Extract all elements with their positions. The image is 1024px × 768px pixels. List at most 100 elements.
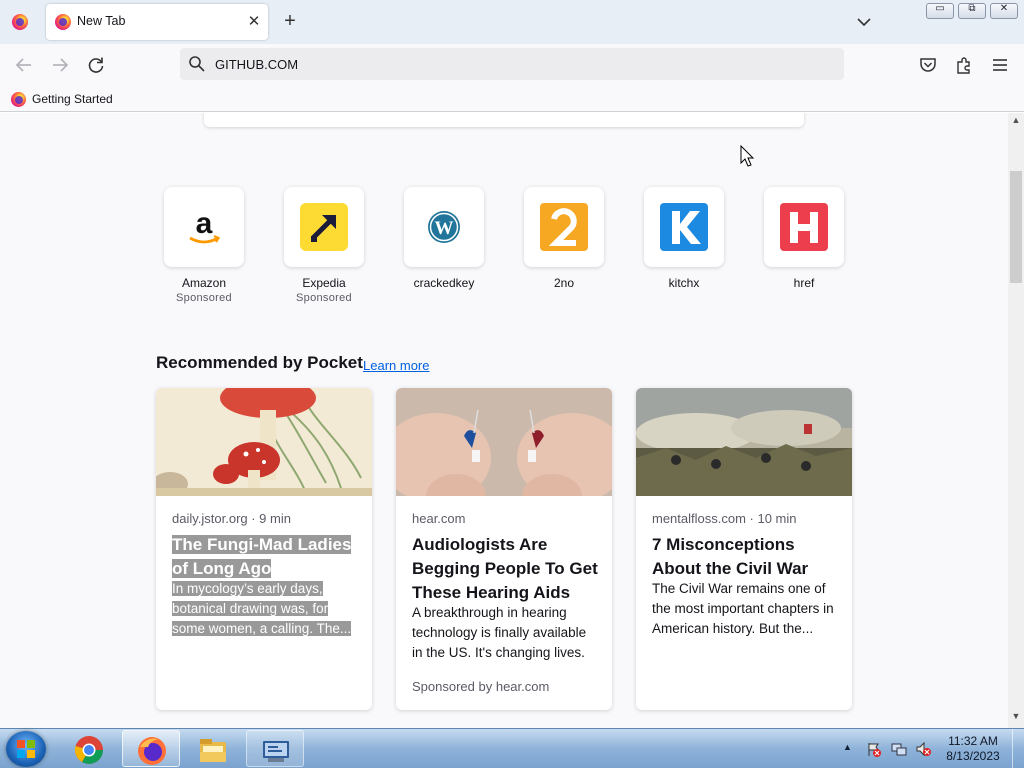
site-name: crackedkey (413, 276, 475, 290)
reload-icon (88, 57, 104, 73)
amazon-tile: a (164, 187, 244, 267)
clock-time: 11:32 AM (948, 734, 998, 748)
story-title: 7 Misconceptions About the Civil War (652, 535, 809, 578)
tab-close-button[interactable]: ✕ (245, 12, 263, 30)
window-minimize-button[interactable]: ▭ (926, 3, 954, 19)
window-restore-button[interactable]: ⧉ (958, 3, 986, 19)
clock-date: 8/13/2023 (946, 749, 1000, 763)
story-source: mentalfloss.com · 10 min (652, 511, 797, 526)
2no-tile (524, 187, 604, 267)
back-button[interactable] (13, 54, 35, 76)
forward-button[interactable] (49, 54, 71, 76)
tab-strip: New Tab ✕ + ▭ ⧉ ✕ (0, 0, 1024, 44)
site-name: href (793, 276, 815, 290)
url-bar[interactable]: GITHUB.COM (180, 48, 844, 80)
top-site-crackedkey[interactable]: W crackedkey (396, 187, 492, 290)
show-desktop-button[interactable] (1012, 729, 1024, 768)
top-site-kitchx[interactable]: kitchx (636, 187, 732, 290)
navigation-toolbar: GITHUB.COM (0, 44, 1024, 86)
story-image-mushrooms (156, 388, 372, 496)
firefox-app-icon[interactable] (12, 14, 28, 30)
action-center-flag-icon[interactable] (866, 741, 882, 757)
learn-more-link[interactable]: Learn more (363, 358, 429, 373)
pocket-story-card[interactable]: hear.com Audiologists Are Begging People… (396, 388, 612, 710)
scrollbar-thumb[interactable] (1010, 171, 1022, 283)
reload-button[interactable] (85, 54, 107, 76)
href-tile (764, 187, 844, 267)
site-name: Amazon (181, 276, 227, 290)
story-source: hear.com (412, 511, 466, 526)
page-scrollbar[interactable]: ▲ ▼ (1008, 113, 1024, 728)
taskbar-firefox[interactable] (122, 730, 180, 767)
top-site-2no[interactable]: 2no (516, 187, 612, 290)
scroll-up-arrow-icon[interactable]: ▲ (1008, 115, 1024, 129)
pocket-story-card[interactable]: mentalfloss.com · 10 min 7 Misconception… (636, 388, 852, 710)
top-site-href[interactable]: href (756, 187, 852, 290)
network-icon[interactable] (891, 741, 907, 757)
taskbar-file-explorer[interactable] (184, 730, 242, 767)
story-excerpt-line: In mycology’s early days, (172, 581, 323, 596)
forward-arrow-icon (53, 58, 69, 72)
top-site-amazon[interactable]: a Amazon Sponsored (156, 187, 252, 304)
amazon-icon: a (189, 207, 221, 244)
windows-logo-icon (17, 740, 35, 758)
story-source: daily.jstor.org · 9 min (172, 511, 291, 526)
site-name: 2no (553, 276, 575, 290)
crackedkey-tile: W (404, 187, 484, 267)
pocket-story-card[interactable]: daily.jstor.org · 9 min The Fungi-Mad La… (156, 388, 372, 710)
minimize-icon: ▭ (935, 3, 945, 14)
story-excerpt-line: botanical drawing was, for (172, 601, 329, 616)
remote-desktop-icon (263, 741, 289, 762)
site-name: kitchx (668, 276, 700, 290)
firefox-icon (138, 737, 166, 765)
new-tab-page: a Amazon Sponsored Expedia Sponsored W c… (0, 113, 1008, 728)
mouse-cursor-icon (740, 145, 755, 167)
extensions-button[interactable] (953, 54, 975, 76)
expedia-icon (300, 203, 348, 251)
save-to-pocket-button[interactable] (917, 54, 939, 76)
file-explorer-icon (200, 739, 226, 762)
svg-text:a: a (196, 207, 213, 240)
story-excerpt-line: some women, a calling. The... (172, 621, 352, 636)
chevron-down-icon (857, 18, 871, 27)
pocket-icon (920, 58, 936, 72)
volume-muted-icon[interactable] (915, 741, 931, 757)
story-title: Audiologists Are Begging People To Get T… (412, 535, 598, 602)
application-menu-button[interactable] (989, 54, 1011, 76)
story-title-line: The Fungi-Mad Ladies (172, 535, 352, 554)
svg-text:W: W (435, 218, 454, 239)
taskbar-chrome[interactable] (60, 730, 118, 767)
firefox-bookmark-icon (11, 92, 26, 107)
search-icon (186, 53, 208, 75)
pocket-heading: Recommended by Pocket (156, 353, 363, 372)
sponsored-label: Sponsored (176, 292, 232, 304)
tab-new-tab[interactable]: New Tab ✕ (46, 4, 268, 40)
extensions-icon (957, 57, 970, 74)
show-hidden-icons-button[interactable]: ▲ (843, 742, 852, 752)
start-button[interactable] (6, 731, 46, 767)
taskbar-remote-desktop[interactable] (246, 730, 304, 767)
2no-icon (540, 203, 588, 251)
window-close-button[interactable]: ✕ (990, 3, 1018, 19)
bookmark-getting-started[interactable]: Getting Started (32, 92, 113, 106)
tab-title: New Tab (77, 14, 126, 28)
kitchx-icon (660, 203, 708, 251)
list-all-tabs-button[interactable] (852, 12, 876, 32)
scroll-down-arrow-icon[interactable]: ▼ (1008, 711, 1024, 725)
new-tab-button[interactable]: + (280, 10, 300, 32)
story-sponsor: Sponsored by hear.com (412, 679, 550, 694)
wordpress-icon: W (428, 211, 460, 243)
system-clock[interactable]: 11:32 AM 8/13/2023 (936, 734, 1010, 764)
story-excerpt: The Civil War remains one of the most im… (652, 581, 834, 636)
back-arrow-icon (15, 58, 31, 72)
firefox-tab-icon (55, 14, 71, 30)
story-title: The Fungi-Mad Ladies of Long Ago (172, 533, 360, 581)
expedia-tile (284, 187, 364, 267)
sponsored-label: Sponsored (296, 292, 352, 304)
close-icon: ✕ (999, 3, 1009, 14)
top-site-expedia[interactable]: Expedia Sponsored (276, 187, 372, 304)
site-name: Expedia (302, 276, 346, 290)
story-excerpt: In mycology’s early days, botanical draw… (172, 579, 358, 639)
url-text[interactable]: GITHUB.COM (215, 57, 298, 72)
bookmarks-toolbar: Getting Started (0, 86, 1024, 112)
